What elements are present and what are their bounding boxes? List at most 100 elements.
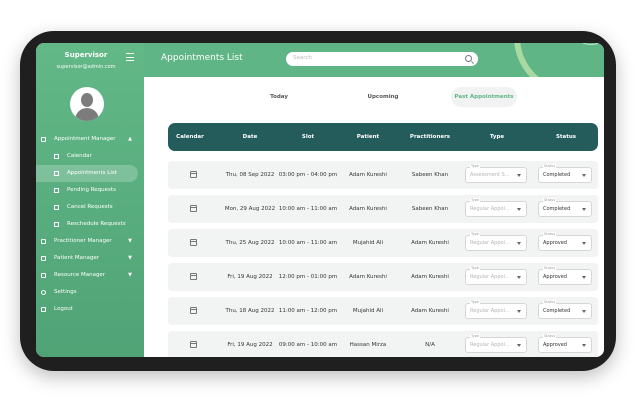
main-content: Today Upcoming Past Appointments Calenda…: [144, 77, 604, 357]
avatar[interactable]: [70, 87, 104, 121]
type-select[interactable]: Type Regular Appoi...: [465, 232, 527, 251]
status-select[interactable]: Status Completed: [538, 300, 592, 319]
table-row[interactable]: Mon, 29 Aug 2022 10:00 am - 11:00 am Adam …: [168, 195, 598, 223]
table-row[interactable]: Fri, 19 Aug 2022 12:00 pm - 01:00 pm Adam …: [168, 263, 598, 291]
chevron-down-icon: [517, 310, 521, 313]
table-header: Calendar Date Slot Patient Practitioners…: [168, 123, 598, 151]
sidebar: Supervisor supervisor@admin.com Appointm…: [36, 43, 144, 357]
appointment-practitioner: Sabeen Khan: [411, 172, 449, 178]
status-select[interactable]: Status Approved: [538, 232, 592, 251]
calendar-icon[interactable]: [190, 341, 197, 348]
chevron-down-icon: [517, 208, 521, 211]
calendar-icon[interactable]: [190, 171, 197, 178]
type-select[interactable]: Type Assessment S...: [465, 164, 527, 183]
hamburger-menu-icon[interactable]: [126, 53, 134, 61]
table-row[interactable]: Thu, 08 Sep 2022 03:00 pm - 04:00 pm Adam …: [168, 161, 598, 189]
chevron-down-icon: [582, 242, 586, 245]
gear-icon: [41, 290, 46, 295]
status-select-value: Completed: [543, 308, 571, 314]
type-select-value: Assessment S...: [470, 172, 510, 178]
status-select[interactable]: Status Completed: [538, 164, 592, 183]
table-row[interactable]: Thu, 25 Aug 2022 10:00 am - 11:00 am Mujah…: [168, 229, 598, 257]
sidebar-item-reschedule-requests[interactable]: Reschedule Requests: [36, 216, 144, 233]
status-select-value: Approved: [543, 342, 567, 348]
sidebar-item-calendar[interactable]: Calendar: [36, 148, 144, 165]
status-select[interactable]: Status Approved: [538, 266, 592, 285]
search-bar[interactable]: Search: [286, 52, 478, 66]
type-select[interactable]: Type Regular Appoi...: [465, 334, 527, 353]
tab-today[interactable]: Today: [256, 87, 302, 107]
sidebar-item-practitioner-manager[interactable]: Practitioner Manager ▼: [36, 233, 144, 250]
chevron-down-icon: ▼: [128, 238, 132, 244]
column-header: Status: [555, 134, 577, 140]
sidebar-item-patient-manager[interactable]: Patient Manager ▼: [36, 250, 144, 267]
type-select-value: Regular Appoi...: [470, 274, 510, 280]
column-header: Practitioners: [409, 134, 451, 140]
user-email: supervisor@admin.com: [56, 64, 116, 70]
calendar-icon[interactable]: [190, 273, 197, 280]
chevron-down-icon: [582, 344, 586, 347]
calendar-icon[interactable]: [190, 307, 197, 314]
sidebar-item-label: Patient Manager: [54, 255, 100, 261]
top-bar: Appointments List Search: [144, 43, 604, 77]
type-select[interactable]: Type Regular Appoi...: [465, 198, 527, 217]
sidebar-item-cancel-requests[interactable]: Cancel Requests: [36, 199, 144, 216]
sidebar-item-label: Reschedule Requests: [67, 221, 126, 227]
reschedule-icon: [54, 222, 59, 227]
search-input[interactable]: Search: [293, 55, 312, 61]
sidebar-item-label: Logout: [54, 306, 73, 312]
tab-past-appointments[interactable]: Past Appointments: [451, 87, 517, 107]
logout-icon: [41, 307, 46, 312]
calendar-icon: [41, 137, 46, 142]
sidebar-item-label: Resource Manager: [54, 272, 106, 278]
type-select-value: Regular Appoi...: [470, 342, 510, 348]
appointment-tabs: Today Upcoming Past Appointments: [144, 87, 604, 107]
tab-upcoming[interactable]: Upcoming: [358, 87, 408, 107]
calendar-icon[interactable]: [190, 205, 197, 212]
clock-icon: [54, 188, 59, 193]
sidebar-item-settings[interactable]: Settings: [36, 284, 144, 301]
appointment-practitioner: Adam Kureshi: [411, 240, 449, 246]
sidebar-item-label: Appointment Manager: [54, 136, 116, 142]
sidebar-item-logout[interactable]: Logout: [36, 301, 144, 318]
calendar-icon[interactable]: [190, 239, 197, 246]
table-row[interactable]: Thu, 18 Aug 2022 11:00 am - 12:00 pm Mujah…: [168, 297, 598, 325]
chevron-down-icon: ▼: [128, 255, 132, 261]
decorative-circle: [514, 43, 604, 77]
patient-icon: [41, 256, 46, 261]
appointment-practitioner: Adam Kureshi: [411, 274, 449, 280]
status-select-value: Approved: [543, 240, 567, 246]
sidebar-item-appointments-list[interactable]: Appointments List: [36, 165, 138, 182]
chevron-down-icon: [517, 276, 521, 279]
type-select[interactable]: Type Regular Appoi...: [465, 266, 527, 285]
sidebar-item-label: Pending Requests: [67, 187, 116, 193]
sidebar-item-label: Calendar: [67, 153, 92, 159]
chevron-down-icon: [582, 310, 586, 313]
sidebar-item-resource-manager[interactable]: Resource Manager ▼: [36, 267, 144, 284]
practitioner-icon: [41, 239, 46, 244]
status-select[interactable]: Status Approved: [538, 334, 592, 353]
sidebar-item-label: Appointments List: [67, 170, 117, 176]
chevron-down-icon: ▼: [128, 272, 132, 278]
status-select-value: Completed: [543, 172, 571, 178]
sidebar-header: Supervisor supervisor@admin.com: [36, 43, 144, 77]
type-select[interactable]: Type Regular Appoi...: [465, 300, 527, 319]
chevron-down-icon: [517, 242, 521, 245]
status-select[interactable]: Status Completed: [538, 198, 592, 217]
app-screen: Supervisor supervisor@admin.com Appointm…: [36, 43, 604, 357]
type-select-value: Regular Appoi...: [470, 308, 510, 314]
column-header: Calendar: [176, 134, 204, 140]
chevron-down-icon: [582, 208, 586, 211]
table-row[interactable]: Fri, 19 Aug 2022 09:00 am - 10:00 am Hassa…: [168, 331, 598, 357]
chevron-down-icon: [582, 276, 586, 279]
sidebar-nav: Appointment Manager ▲ Calendar Appointme…: [36, 131, 144, 318]
sidebar-item-appointment-manager[interactable]: Appointment Manager ▲: [36, 131, 144, 148]
search-icon[interactable]: [465, 55, 472, 62]
sidebar-item-pending-requests[interactable]: Pending Requests: [36, 182, 144, 199]
appointment-practitioner: N/A: [425, 342, 435, 348]
chevron-up-icon: ▲: [128, 136, 132, 142]
chevron-down-icon: [517, 174, 521, 177]
status-select-value: Completed: [543, 206, 571, 212]
chevron-down-icon: [517, 344, 521, 347]
avatar-body: [75, 108, 99, 121]
